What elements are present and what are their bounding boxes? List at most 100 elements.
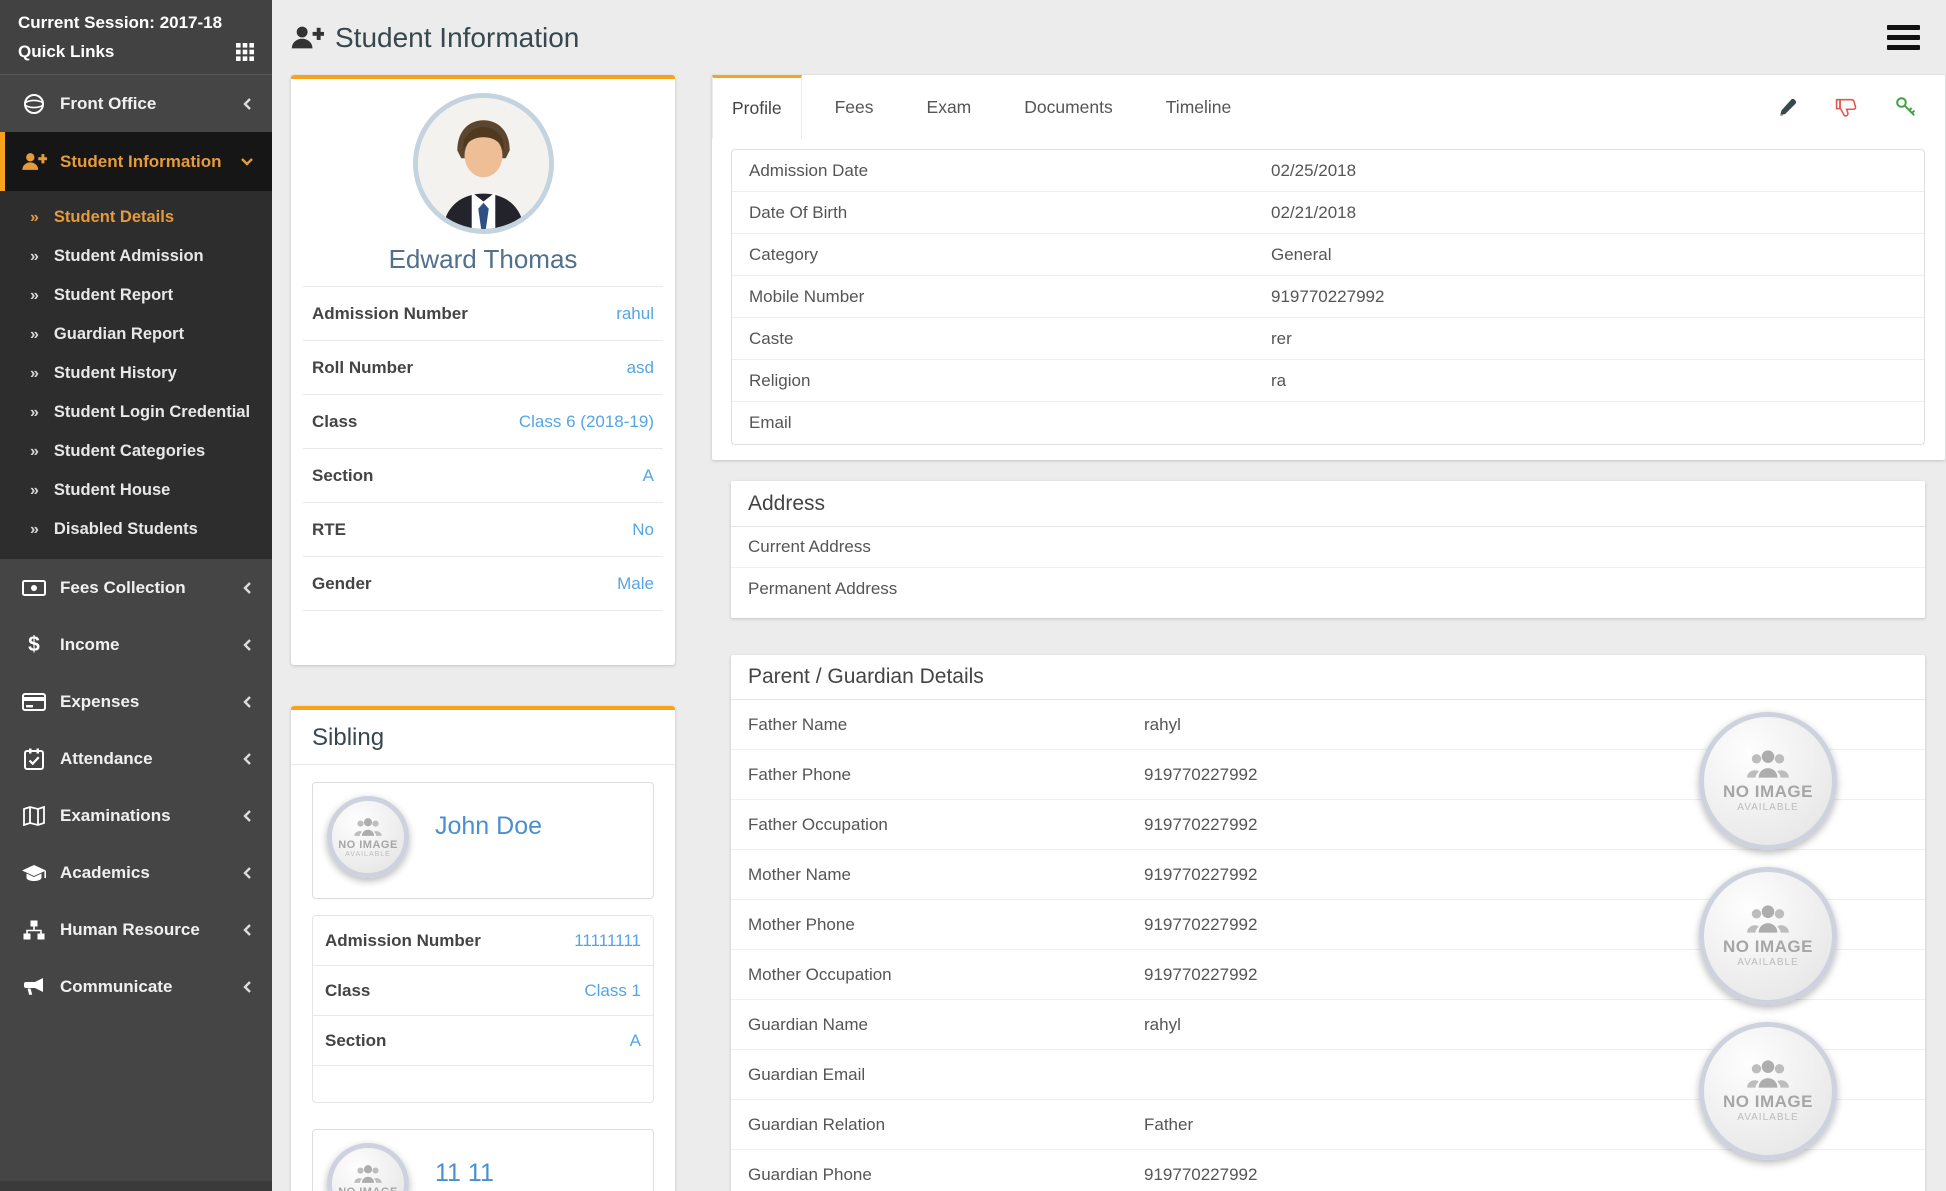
detail-row: Section A <box>303 449 663 503</box>
sidebar-item-income[interactable]: Income <box>0 616 272 673</box>
sidebar-item-communicate[interactable]: Communicate <box>0 958 272 1015</box>
login-credentials-button[interactable] <box>1895 96 1917 118</box>
detail-value: A <box>630 1031 641 1051</box>
sidebar-item-student-categories[interactable]: Student Categories <box>0 432 272 471</box>
student-information-submenu: Student Details Student Admission Studen… <box>0 191 272 559</box>
table-row: Religionra <box>732 360 1924 402</box>
sidebar-item-student-admission[interactable]: Student Admission <box>0 237 272 276</box>
sidebar-item-student-information[interactable]: Student Information <box>0 132 272 191</box>
sidebar-item-student-history[interactable]: Student History <box>0 354 272 393</box>
detail-row: ClassClass 1 <box>313 966 653 1016</box>
fees-collection-icon <box>20 576 48 600</box>
sibling-name-link[interactable]: John Doe <box>435 812 542 841</box>
class-link[interactable]: Class 6 (2018-19) <box>519 412 654 432</box>
row-label: Father Phone <box>748 765 1144 785</box>
table-row: Admission Date02/25/2018 <box>732 150 1924 192</box>
sidebar-item-student-report[interactable]: Student Report <box>0 276 272 315</box>
detail-value: 11111111 <box>574 931 641 951</box>
detail-row: Class Class 6 (2018-19) <box>303 395 663 449</box>
table-row: Email <box>732 402 1924 444</box>
tab-exam[interactable]: Exam <box>907 75 992 139</box>
sidebar-item-human-resource[interactable]: Human Resource <box>0 901 272 958</box>
guardian-photos-column: NO IMAGE AVAILABLE NO IMAGE AVAILABLE NO… <box>1699 655 1837 1191</box>
parent-guardian-card: Parent / Guardian Details Father Namerah… <box>731 655 1925 1191</box>
row-value: General <box>1271 245 1331 265</box>
chevron-left-icon <box>242 980 254 994</box>
sidebar-item-label: Human Resource <box>60 920 242 940</box>
double-chevron-icon <box>30 326 39 344</box>
row-label: Father Name <box>748 715 1144 735</box>
sidebar-item-guardian-report[interactable]: Guardian Report <box>0 315 272 354</box>
row-value: 919770227992 <box>1144 965 1257 985</box>
student-photo <box>413 93 554 234</box>
sidebar-item-examinations[interactable]: Examinations <box>0 787 272 844</box>
sidebar-item-label: Fees Collection <box>60 578 242 598</box>
row-label: Admission Date <box>749 161 1271 181</box>
submenu-label: Student Admission <box>54 247 204 266</box>
row-value: 919770227992 <box>1271 287 1384 307</box>
grid-icon[interactable] <box>236 43 254 61</box>
row-label: Guardian Email <box>748 1065 1144 1085</box>
no-image-placeholder: NO IMAGE AVAILABLE <box>327 1143 409 1191</box>
profile-details-table: Admission Date02/25/2018 Date Of Birth02… <box>731 149 1925 445</box>
no-image-text: NO IMAGE <box>338 1186 398 1191</box>
edit-button[interactable] <box>1777 97 1798 118</box>
sibling-entry: NO IMAGE AVAILABLE John Doe <box>312 782 654 899</box>
no-image-text: AVAILABLE <box>1737 957 1798 968</box>
sidebar-item-student-details[interactable]: Student Details <box>0 198 272 237</box>
class-link[interactable]: Class 1 <box>584 981 641 1001</box>
detail-row: Roll Numberasd <box>303 341 663 395</box>
submenu-label: Student History <box>54 364 177 383</box>
expenses-icon <box>20 690 48 714</box>
sidebar-item-student-house[interactable]: Student House <box>0 471 272 510</box>
row-value: 02/25/2018 <box>1271 161 1356 181</box>
row-value: 919770227992 <box>1144 815 1257 835</box>
submenu-label: Student Report <box>54 286 173 305</box>
row-label: Guardian Name <box>748 1015 1144 1035</box>
detail-label: Section <box>312 466 373 486</box>
double-chevron-icon <box>30 209 39 227</box>
row-label: Mother Name <box>748 865 1144 885</box>
chevron-left-icon <box>242 97 254 111</box>
app-root: Current Session: 2017-18 Quick Links Fro… <box>0 0 1946 1191</box>
sidebar-item-academics[interactable]: Academics <box>0 844 272 901</box>
no-image-text: AVAILABLE <box>1737 1112 1798 1123</box>
no-image-text: NO IMAGE <box>338 839 398 851</box>
detail-row: Section A <box>313 1016 653 1066</box>
hamburger-icon[interactable] <box>1883 21 1924 54</box>
sidebar-item-attendance[interactable]: Attendance <box>0 730 272 787</box>
tab-timeline[interactable]: Timeline <box>1146 75 1251 139</box>
quick-links-label: Quick Links <box>18 37 114 66</box>
tab-fees[interactable]: Fees <box>815 75 894 139</box>
detail-value: asd <box>627 358 654 378</box>
sibling-name-link[interactable]: 11 11 <box>435 1159 494 1188</box>
detail-label: Class <box>312 412 357 432</box>
detail-value: No <box>632 520 654 540</box>
row-value: ra <box>1271 371 1286 391</box>
sidebar-item-front-office[interactable]: Front Office <box>0 75 272 132</box>
tab-profile[interactable]: Profile <box>712 75 802 139</box>
sidebar-item-student-login-credential[interactable]: Student Login Credential <box>0 393 272 432</box>
row-label: Current Address <box>748 537 1270 557</box>
detail-value: rahul <box>616 304 654 324</box>
sidebar-item-label: Academics <box>60 863 242 883</box>
student-card: Edward Thomas Admission Numberrahul Roll… <box>291 75 675 665</box>
sidebar-item-label: Income <box>60 635 242 655</box>
submenu-label: Student Login Credential <box>54 403 250 422</box>
table-row: Mobile Number919770227992 <box>732 276 1924 318</box>
row-value: 919770227992 <box>1144 1165 1257 1185</box>
detail-label: Section <box>325 1031 386 1051</box>
disable-button[interactable] <box>1835 97 1858 118</box>
submenu-label: Student Details <box>54 208 174 227</box>
row-label: Religion <box>749 371 1271 391</box>
tab-documents[interactable]: Documents <box>1004 75 1133 139</box>
row-value: Father <box>1144 1115 1193 1135</box>
page-title: Student Information <box>290 22 579 54</box>
sidebar-item-expenses[interactable]: Expenses <box>0 673 272 730</box>
sidebar-item-fees-collection[interactable]: Fees Collection <box>0 559 272 616</box>
sidebar-item-disabled-students[interactable]: Disabled Students <box>0 510 272 549</box>
empty-row <box>313 1066 653 1102</box>
submenu-label: Student Categories <box>54 442 205 461</box>
table-row: CategoryGeneral <box>732 234 1924 276</box>
detail-value: A <box>643 466 654 486</box>
